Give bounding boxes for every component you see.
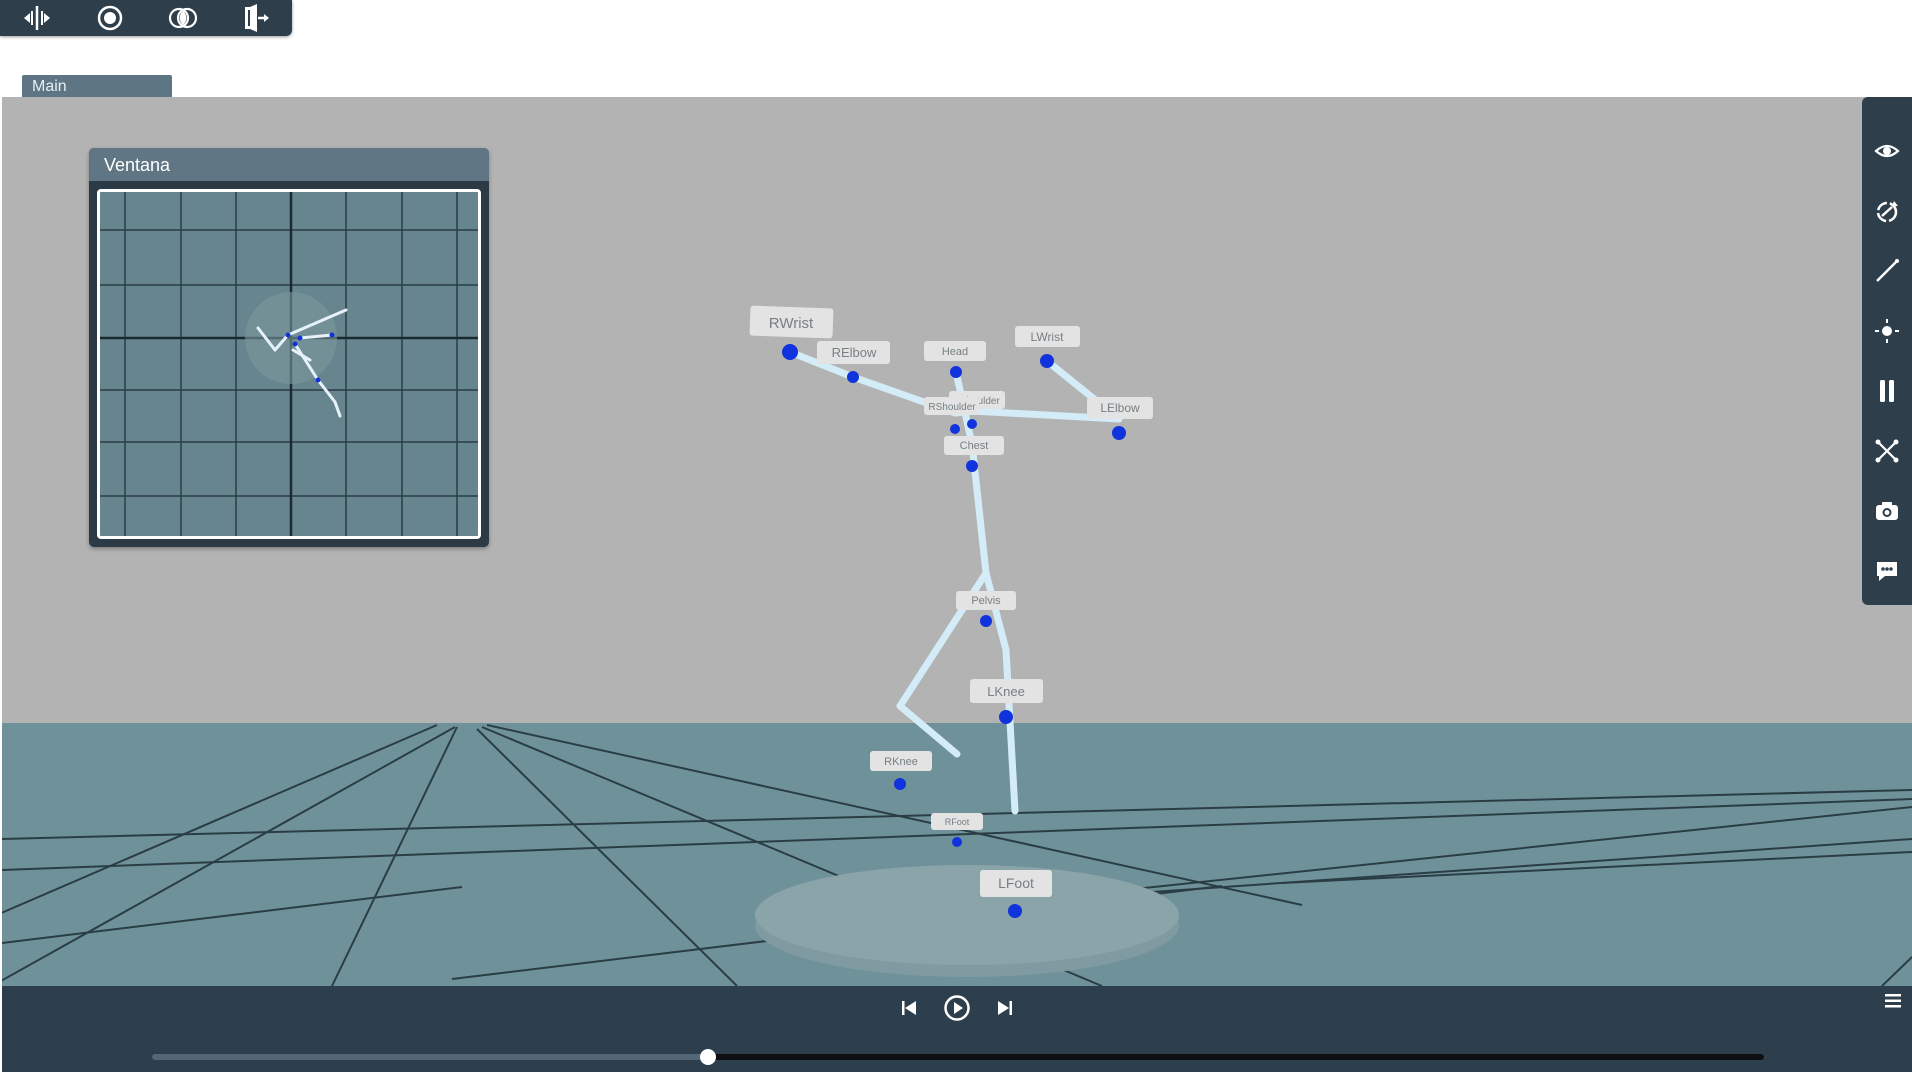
scatter-button[interactable]: [1862, 421, 1912, 481]
bottom-strip: [0, 1072, 1912, 1076]
svg-text:LKnee: LKnee: [987, 684, 1025, 699]
screenshot-button[interactable]: [1862, 481, 1912, 541]
svg-text:LFoot: LFoot: [998, 875, 1034, 891]
svg-text:RFoot: RFoot: [945, 817, 970, 827]
compare-button[interactable]: [146, 0, 219, 36]
compare-icon: [168, 7, 197, 29]
timeline-slider[interactable]: [152, 1049, 1764, 1065]
skip-back-icon: [902, 1001, 916, 1015]
split-view-button[interactable]: [0, 0, 73, 36]
skip-forward-icon: [998, 1001, 1012, 1015]
split-view-icon: [23, 6, 50, 30]
svg-text:LElbow: LElbow: [1100, 401, 1140, 415]
svg-text:Chest: Chest: [960, 440, 989, 452]
light-button[interactable]: [1862, 301, 1912, 361]
3d-viewport[interactable]: RWrist RElbow Head LWrist LElbow LShould…: [2, 97, 1912, 986]
joint-rknee: [894, 778, 906, 790]
visibility-button[interactable]: [1862, 121, 1912, 181]
joint-label-chest: Chest: [944, 436, 1004, 455]
joint-label-lfoot: LFoot: [980, 870, 1052, 897]
joint-lshoulder: [967, 419, 977, 429]
previous-frame-button[interactable]: [894, 993, 924, 1023]
joint-lwrist: [1040, 354, 1054, 368]
joint-label-pelvis: Pelvis: [956, 591, 1016, 610]
rotate-icon: [1876, 201, 1898, 223]
joint-label-lelbow: LElbow: [1087, 397, 1153, 419]
joint-label-head: Head: [924, 341, 986, 361]
joint-relbow: [847, 371, 859, 383]
svg-text:RWrist: RWrist: [769, 315, 814, 332]
hamburger-menu-icon: [1885, 994, 1901, 1008]
pause-button[interactable]: [1862, 361, 1912, 421]
joint-label-rknee: RKnee: [870, 751, 932, 771]
timeline-progress: [152, 1054, 709, 1060]
exit-icon: [244, 4, 269, 32]
joint-lfoot: [1008, 904, 1022, 918]
record-icon: [97, 5, 122, 31]
joint-label-rwrist: RWrist: [749, 305, 834, 339]
right-toolbar: [1862, 97, 1912, 605]
measure-line-icon: [1876, 259, 1899, 282]
svg-text:RElbow: RElbow: [832, 345, 877, 360]
pause-icon: [1880, 380, 1894, 402]
comments-button[interactable]: [1862, 541, 1912, 601]
svg-text:RShoulder: RShoulder: [928, 402, 976, 413]
playback-menu-button[interactable]: [1882, 990, 1904, 1012]
minimap-window[interactable]: Ventana: [89, 148, 489, 547]
minimap-canvas[interactable]: [97, 189, 481, 539]
joint-lknee: [999, 710, 1013, 724]
svg-text:LWrist: LWrist: [1031, 330, 1065, 344]
svg-text:RKnee: RKnee: [884, 756, 918, 768]
chat-icon: [1877, 562, 1897, 581]
next-frame-button[interactable]: [990, 993, 1020, 1023]
play-button[interactable]: [942, 993, 972, 1023]
main-tab[interactable]: Main: [22, 75, 172, 97]
playback-bar: [2, 986, 1912, 1076]
measure-button[interactable]: [1862, 241, 1912, 301]
joint-label-relbow: RElbow: [817, 341, 890, 364]
joint-label-lknee: LKnee: [970, 679, 1043, 703]
light-icon: [1875, 319, 1899, 343]
top-toolbar: [0, 0, 292, 36]
camera-icon: [1876, 502, 1898, 520]
svg-text:Head: Head: [942, 346, 968, 358]
eye-icon: [1874, 144, 1900, 158]
joint-rshoulder: [950, 424, 960, 434]
joint-label-lwrist: LWrist: [1015, 326, 1080, 347]
rotate-button[interactable]: [1862, 181, 1912, 241]
playback-controls: [894, 993, 1020, 1023]
minimap-view: [100, 192, 478, 536]
record-button[interactable]: [73, 0, 146, 36]
timeline-handle[interactable]: [700, 1049, 717, 1065]
minimap-platform: [245, 292, 337, 384]
svg-text:Pelvis: Pelvis: [971, 595, 1001, 607]
joint-label-rfoot: RFoot: [931, 813, 983, 830]
joint-rwrist: [782, 344, 798, 360]
scatter-icon: [1875, 439, 1899, 463]
joint-rfoot: [952, 837, 962, 847]
joint-head: [950, 366, 962, 378]
exit-button[interactable]: [219, 0, 292, 36]
platform-top: [755, 865, 1179, 965]
joint-chest: [966, 460, 978, 472]
minimap-title[interactable]: Ventana: [89, 148, 489, 181]
joint-lelbow: [1112, 426, 1126, 440]
play-icon: [944, 995, 970, 1021]
joint-label-rshoulder: RShoulder: [924, 397, 979, 415]
joint-pelvis: [980, 615, 992, 627]
